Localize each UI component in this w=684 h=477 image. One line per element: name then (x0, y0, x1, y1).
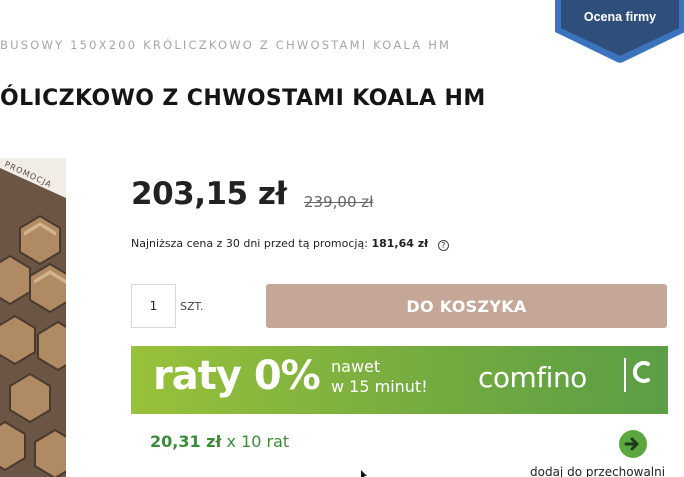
installment-amount: 20,31 zł (150, 432, 222, 451)
financing-headline: raty 0% (153, 353, 321, 399)
rating-badge-label: Ocena firmy (583, 10, 657, 24)
product-title: ÓLICZKOWO Z CHWOSTAMI KOALA HM (0, 86, 486, 111)
product-image[interactable]: PROMOCJA (0, 158, 66, 477)
lowest-price-value: 181,64 zł (371, 237, 429, 250)
installment-info: 20,31 zł x 10 rat (150, 432, 289, 451)
quantity-unit: SZT. (180, 300, 204, 313)
financing-banner[interactable]: raty 0% nawet w 15 minut! comfino (131, 346, 668, 414)
old-price: 239,00 zł (304, 193, 374, 211)
breadcrumb: BUSOWY 150X200 KRÓLICZKOWO Z CHWOSTAMI K… (0, 38, 452, 52)
financing-tagline-line2: w 15 minut! (331, 377, 428, 396)
question-circle-icon[interactable]: ? (437, 240, 449, 251)
financing-tagline-line1: nawet (331, 357, 381, 376)
current-price: 203,15 zł (131, 176, 287, 212)
lowest-price-label: Najniższa cena z 30 dni przed tą promocj… (131, 237, 368, 250)
mouse-cursor-icon (361, 470, 367, 477)
comfino-logo-icon (624, 358, 650, 392)
installment-suffix: x 10 rat (221, 432, 290, 451)
rating-badge[interactable]: Ocena firmy (553, 0, 684, 64)
arrow-right-circle-icon[interactable] (619, 430, 647, 458)
comfino-logo-text: comfino (478, 361, 587, 394)
quantity-input[interactable] (131, 284, 176, 328)
add-to-wishlist-link[interactable]: dodaj do przechowalni (530, 465, 665, 477)
lowest-price-note: Najniższa cena z 30 dni przed tą promocj… (131, 237, 449, 251)
financing-tagline: nawet w 15 minut! (331, 357, 428, 397)
add-to-cart-button[interactable]: DO KOSZYKA (266, 284, 667, 328)
